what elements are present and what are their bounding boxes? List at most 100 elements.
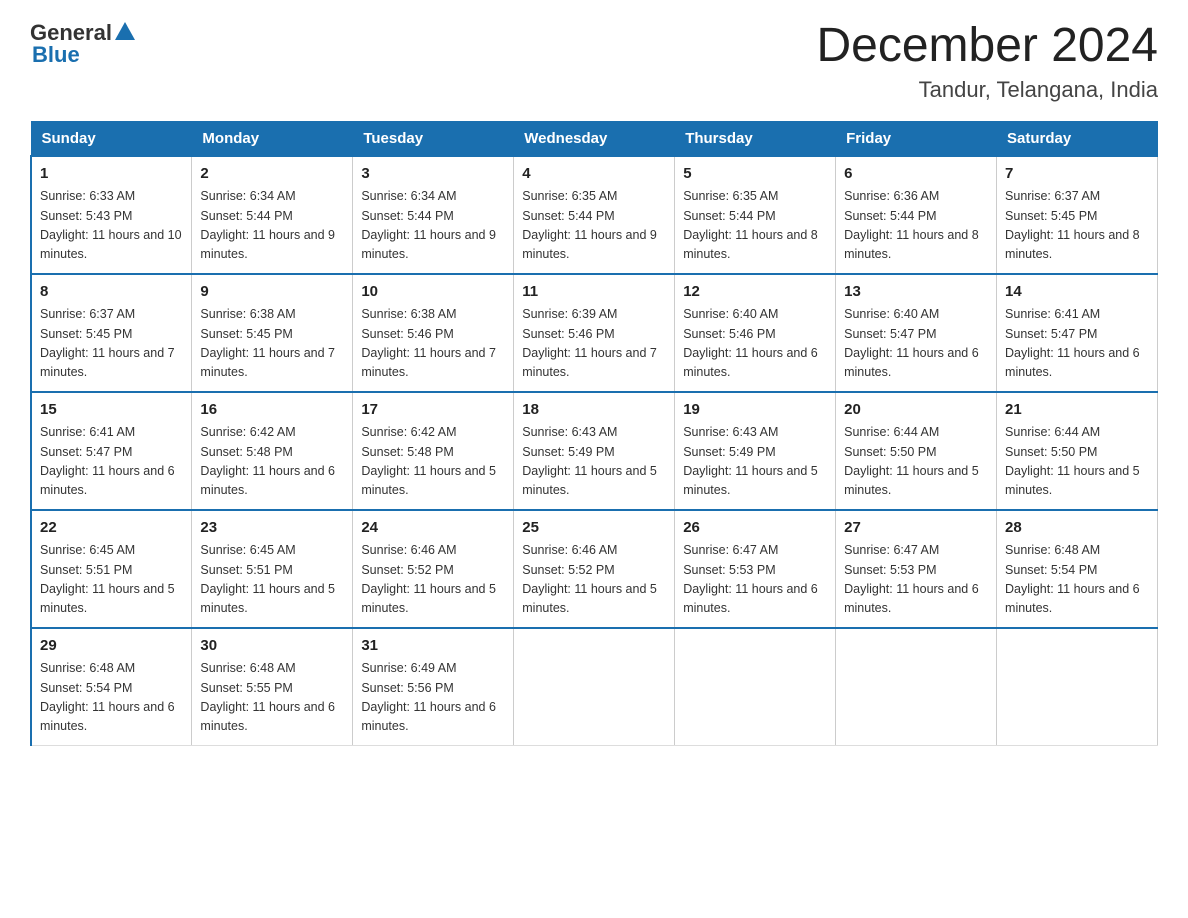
calendar-cell-28: 28Sunrise: 6:48 AMSunset: 5:54 PMDayligh… — [997, 510, 1158, 628]
day-info: Sunrise: 6:40 AMSunset: 5:46 PMDaylight:… — [683, 305, 827, 383]
weekday-header-sunday: Sunday — [31, 121, 192, 156]
day-info: Sunrise: 6:47 AMSunset: 5:53 PMDaylight:… — [683, 541, 827, 619]
day-info: Sunrise: 6:35 AMSunset: 5:44 PMDaylight:… — [683, 187, 827, 265]
day-info: Sunrise: 6:43 AMSunset: 5:49 PMDaylight:… — [522, 423, 666, 501]
calendar-cell-19: 19Sunrise: 6:43 AMSunset: 5:49 PMDayligh… — [675, 392, 836, 510]
day-number: 6 — [844, 163, 988, 186]
day-info: Sunrise: 6:47 AMSunset: 5:53 PMDaylight:… — [844, 541, 988, 619]
header: General Blue December 2024 Tandur, Telan… — [30, 20, 1158, 103]
day-number: 19 — [683, 399, 827, 422]
day-number: 17 — [361, 399, 505, 422]
calendar-cell-9: 9Sunrise: 6:38 AMSunset: 5:45 PMDaylight… — [192, 274, 353, 392]
day-number: 4 — [522, 163, 666, 186]
day-info: Sunrise: 6:38 AMSunset: 5:46 PMDaylight:… — [361, 305, 505, 383]
calendar-cell-17: 17Sunrise: 6:42 AMSunset: 5:48 PMDayligh… — [353, 392, 514, 510]
day-number: 23 — [200, 517, 344, 540]
day-number: 2 — [200, 163, 344, 186]
day-number: 26 — [683, 517, 827, 540]
day-number: 3 — [361, 163, 505, 186]
calendar-table: SundayMondayTuesdayWednesdayThursdayFrid… — [30, 121, 1158, 746]
day-number: 8 — [40, 281, 183, 304]
calendar-cell-22: 22Sunrise: 6:45 AMSunset: 5:51 PMDayligh… — [31, 510, 192, 628]
calendar-cell-4: 4Sunrise: 6:35 AMSunset: 5:44 PMDaylight… — [514, 156, 675, 274]
calendar-cell-empty — [836, 628, 997, 746]
day-number: 24 — [361, 517, 505, 540]
calendar-cell-11: 11Sunrise: 6:39 AMSunset: 5:46 PMDayligh… — [514, 274, 675, 392]
calendar-cell-7: 7Sunrise: 6:37 AMSunset: 5:45 PMDaylight… — [997, 156, 1158, 274]
day-number: 29 — [40, 635, 183, 658]
calendar-cell-25: 25Sunrise: 6:46 AMSunset: 5:52 PMDayligh… — [514, 510, 675, 628]
day-info: Sunrise: 6:46 AMSunset: 5:52 PMDaylight:… — [522, 541, 666, 619]
weekday-header-monday: Monday — [192, 121, 353, 156]
day-number: 11 — [522, 281, 666, 304]
calendar-cell-21: 21Sunrise: 6:44 AMSunset: 5:50 PMDayligh… — [997, 392, 1158, 510]
weekday-header-wednesday: Wednesday — [514, 121, 675, 156]
calendar-cell-10: 10Sunrise: 6:38 AMSunset: 5:46 PMDayligh… — [353, 274, 514, 392]
calendar-cell-8: 8Sunrise: 6:37 AMSunset: 5:45 PMDaylight… — [31, 274, 192, 392]
logo-triangle-icon — [115, 22, 135, 40]
calendar-cell-29: 29Sunrise: 6:48 AMSunset: 5:54 PMDayligh… — [31, 628, 192, 746]
weekday-header-saturday: Saturday — [997, 121, 1158, 156]
day-info: Sunrise: 6:43 AMSunset: 5:49 PMDaylight:… — [683, 423, 827, 501]
logo: General Blue — [30, 20, 135, 68]
calendar-cell-18: 18Sunrise: 6:43 AMSunset: 5:49 PMDayligh… — [514, 392, 675, 510]
weekday-header-friday: Friday — [836, 121, 997, 156]
calendar-cell-24: 24Sunrise: 6:46 AMSunset: 5:52 PMDayligh… — [353, 510, 514, 628]
day-info: Sunrise: 6:44 AMSunset: 5:50 PMDaylight:… — [1005, 423, 1149, 501]
week-row-3: 15Sunrise: 6:41 AMSunset: 5:47 PMDayligh… — [31, 392, 1158, 510]
day-number: 16 — [200, 399, 344, 422]
calendar-cell-23: 23Sunrise: 6:45 AMSunset: 5:51 PMDayligh… — [192, 510, 353, 628]
day-number: 31 — [361, 635, 505, 658]
weekday-header-tuesday: Tuesday — [353, 121, 514, 156]
day-number: 27 — [844, 517, 988, 540]
day-number: 14 — [1005, 281, 1149, 304]
day-info: Sunrise: 6:45 AMSunset: 5:51 PMDaylight:… — [40, 541, 183, 619]
day-info: Sunrise: 6:37 AMSunset: 5:45 PMDaylight:… — [40, 305, 183, 383]
day-number: 12 — [683, 281, 827, 304]
calendar-cell-empty — [675, 628, 836, 746]
day-info: Sunrise: 6:37 AMSunset: 5:45 PMDaylight:… — [1005, 187, 1149, 265]
day-number: 28 — [1005, 517, 1149, 540]
day-info: Sunrise: 6:36 AMSunset: 5:44 PMDaylight:… — [844, 187, 988, 265]
day-info: Sunrise: 6:33 AMSunset: 5:43 PMDaylight:… — [40, 187, 183, 265]
calendar-cell-30: 30Sunrise: 6:48 AMSunset: 5:55 PMDayligh… — [192, 628, 353, 746]
calendar-cell-16: 16Sunrise: 6:42 AMSunset: 5:48 PMDayligh… — [192, 392, 353, 510]
day-info: Sunrise: 6:40 AMSunset: 5:47 PMDaylight:… — [844, 305, 988, 383]
day-number: 10 — [361, 281, 505, 304]
week-row-5: 29Sunrise: 6:48 AMSunset: 5:54 PMDayligh… — [31, 628, 1158, 746]
day-info: Sunrise: 6:48 AMSunset: 5:55 PMDaylight:… — [200, 659, 344, 737]
day-info: Sunrise: 6:46 AMSunset: 5:52 PMDaylight:… — [361, 541, 505, 619]
calendar-cell-26: 26Sunrise: 6:47 AMSunset: 5:53 PMDayligh… — [675, 510, 836, 628]
weekday-header-row: SundayMondayTuesdayWednesdayThursdayFrid… — [31, 121, 1158, 156]
calendar-cell-6: 6Sunrise: 6:36 AMSunset: 5:44 PMDaylight… — [836, 156, 997, 274]
month-title: December 2024 — [816, 20, 1158, 73]
calendar-cell-20: 20Sunrise: 6:44 AMSunset: 5:50 PMDayligh… — [836, 392, 997, 510]
weekday-header-thursday: Thursday — [675, 121, 836, 156]
day-number: 1 — [40, 163, 183, 186]
day-number: 15 — [40, 399, 183, 422]
calendar-cell-31: 31Sunrise: 6:49 AMSunset: 5:56 PMDayligh… — [353, 628, 514, 746]
calendar-cell-14: 14Sunrise: 6:41 AMSunset: 5:47 PMDayligh… — [997, 274, 1158, 392]
day-number: 21 — [1005, 399, 1149, 422]
week-row-2: 8Sunrise: 6:37 AMSunset: 5:45 PMDaylight… — [31, 274, 1158, 392]
calendar-cell-3: 3Sunrise: 6:34 AMSunset: 5:44 PMDaylight… — [353, 156, 514, 274]
calendar-cell-2: 2Sunrise: 6:34 AMSunset: 5:44 PMDaylight… — [192, 156, 353, 274]
day-info: Sunrise: 6:45 AMSunset: 5:51 PMDaylight:… — [200, 541, 344, 619]
day-number: 25 — [522, 517, 666, 540]
day-info: Sunrise: 6:44 AMSunset: 5:50 PMDaylight:… — [844, 423, 988, 501]
day-number: 7 — [1005, 163, 1149, 186]
day-number: 20 — [844, 399, 988, 422]
day-info: Sunrise: 6:41 AMSunset: 5:47 PMDaylight:… — [40, 423, 183, 501]
calendar-cell-5: 5Sunrise: 6:35 AMSunset: 5:44 PMDaylight… — [675, 156, 836, 274]
day-info: Sunrise: 6:49 AMSunset: 5:56 PMDaylight:… — [361, 659, 505, 737]
day-info: Sunrise: 6:35 AMSunset: 5:44 PMDaylight:… — [522, 187, 666, 265]
week-row-1: 1Sunrise: 6:33 AMSunset: 5:43 PMDaylight… — [31, 156, 1158, 274]
day-number: 22 — [40, 517, 183, 540]
day-info: Sunrise: 6:34 AMSunset: 5:44 PMDaylight:… — [361, 187, 505, 265]
day-number: 30 — [200, 635, 344, 658]
calendar-cell-12: 12Sunrise: 6:40 AMSunset: 5:46 PMDayligh… — [675, 274, 836, 392]
location-title: Tandur, Telangana, India — [816, 77, 1158, 103]
day-info: Sunrise: 6:39 AMSunset: 5:46 PMDaylight:… — [522, 305, 666, 383]
logo-blue-label: Blue — [30, 42, 80, 68]
calendar-cell-27: 27Sunrise: 6:47 AMSunset: 5:53 PMDayligh… — [836, 510, 997, 628]
